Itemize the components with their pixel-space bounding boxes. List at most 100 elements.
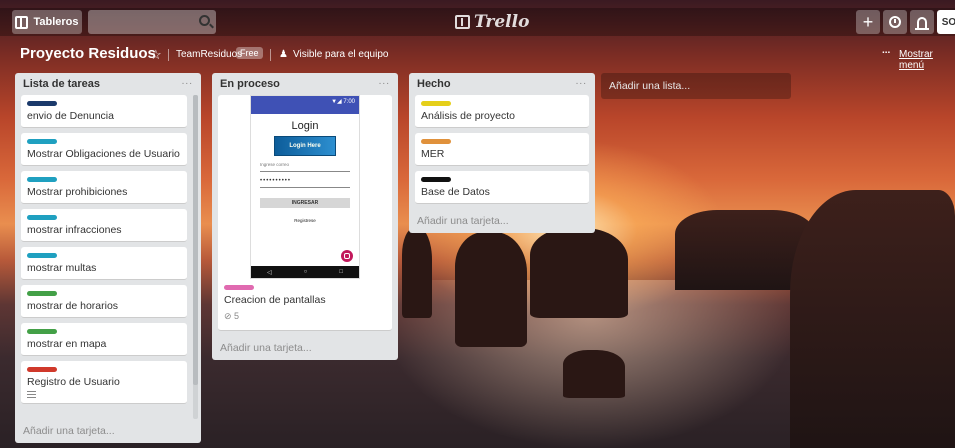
card[interactable]: Mostrar prohibiciones [21, 171, 187, 204]
mock-fab-icon [341, 250, 353, 262]
card-label [27, 291, 57, 296]
card-title: Mostrar Obligaciones de Usuario [27, 148, 180, 160]
card-title: envio de Denuncia [27, 110, 114, 122]
card-label [27, 215, 57, 220]
list-header[interactable]: Hecho ... [409, 73, 595, 95]
card-title: mostrar infracciones [27, 224, 122, 236]
card-title: Registro de Usuario [27, 376, 120, 388]
menu-dots-icon: ... [882, 45, 891, 56]
star-icon[interactable]: ☆ [150, 47, 162, 63]
list-menu-icon[interactable]: ... [182, 76, 193, 87]
card[interactable]: Base de Datos [415, 171, 589, 204]
card-label [421, 139, 451, 144]
card-label [27, 367, 57, 372]
card-label [27, 139, 57, 144]
mock-banner: Login Here [274, 136, 336, 156]
attachment-count: ⊘ 5 [224, 311, 386, 322]
list-title[interactable]: Lista de tareas [23, 78, 100, 90]
search-input[interactable] [88, 10, 216, 34]
add-card-button[interactable]: Añadir una tarjeta... [15, 419, 123, 443]
card-label [27, 101, 57, 106]
mock-nav-bar: ◁ ○ □ [251, 266, 359, 278]
boards-label: Tableros [33, 16, 79, 28]
info-icon [889, 16, 901, 28]
card[interactable]: Mostrar Obligaciones de Usuario [21, 133, 187, 166]
card[interactable]: Registro de Usuario [21, 361, 187, 404]
trello-logo[interactable]: Trello [455, 12, 529, 32]
card-label [27, 253, 57, 258]
divider [168, 49, 169, 61]
card[interactable]: mostrar de horarios [21, 285, 187, 318]
card[interactable]: Análisis de proyecto [415, 95, 589, 128]
avatar[interactable]: SO [937, 10, 955, 34]
card[interactable]: MER [415, 133, 589, 166]
board-title[interactable]: Proyecto Residuos [20, 45, 156, 62]
rock-stack [455, 232, 527, 347]
cliff [790, 190, 955, 448]
list-todo: Lista de tareas ... envio de Denuncia Mo… [15, 73, 201, 443]
search-icon[interactable] [199, 15, 210, 26]
add-list-button[interactable]: Añadir una lista... [601, 73, 791, 99]
rock-stack [563, 350, 625, 398]
mock-login-button: INGRESAR [260, 198, 350, 208]
card-label [27, 177, 57, 182]
card-label [27, 329, 57, 334]
mock-password-field: •••••••••• [260, 178, 350, 188]
mock-register-link: Registrese [294, 218, 316, 223]
list-done: Hecho ... Análisis de proyecto MER Base … [409, 73, 595, 233]
card-cover-image: ▼◢ 7:00 Login Login Here Ingrese correo … [250, 95, 360, 279]
card-title: Base de Datos [421, 186, 490, 198]
visibility-button[interactable]: Visible para el equipo [293, 49, 388, 60]
trello-logo-icon [455, 15, 470, 29]
card[interactable]: mostrar infracciones [21, 209, 187, 242]
card-label [224, 285, 254, 290]
list-title[interactable]: En proceso [220, 78, 280, 90]
card[interactable]: mostrar en mapa [21, 323, 187, 356]
add-card-button[interactable]: Añadir una tarjeta... [212, 336, 398, 360]
list-title[interactable]: Hecho [417, 78, 451, 90]
card-title: Análisis de proyecto [421, 110, 515, 122]
card[interactable]: ▼◢ 7:00 Login Login Here Ingrese correo … [218, 95, 392, 331]
recents-icon: □ [339, 269, 343, 275]
team-badge: Free [236, 47, 263, 59]
divider [270, 49, 271, 61]
board-header: Proyecto Residuos ☆ TeamResiduos Free ♟ … [0, 44, 955, 71]
boards-button[interactable]: Tableros [12, 10, 82, 34]
card-title: Creacion de pantallas [224, 294, 326, 306]
bell-icon [915, 16, 929, 30]
card-title: Mostrar prohibiciones [27, 186, 128, 198]
list-in-progress: En proceso ... ▼◢ 7:00 Login Login Here … [212, 73, 398, 360]
list-menu-icon[interactable]: ... [576, 76, 587, 87]
card[interactable]: envio de Denuncia [21, 95, 187, 128]
description-icon [27, 391, 36, 398]
team-name[interactable]: TeamResiduos [176, 49, 242, 60]
mock-email-field: Ingrese correo [260, 162, 350, 172]
card[interactable]: mostrar multas [21, 247, 187, 280]
card-title: mostrar multas [27, 262, 97, 274]
card-label [421, 101, 451, 106]
back-icon: ◁ [267, 269, 272, 276]
card-container: envio de Denuncia Mostrar Obligaciones d… [15, 95, 193, 404]
info-button[interactable] [883, 10, 907, 34]
home-icon: ○ [303, 269, 308, 275]
card-title: MER [421, 148, 445, 160]
rock-stack [402, 228, 432, 318]
notifications-button[interactable] [910, 10, 934, 34]
attachment-number: 5 [234, 311, 240, 321]
logo-text: Trello [474, 12, 530, 32]
card-title: mostrar de horarios [27, 300, 119, 312]
mock-status-bar: ▼◢ 7:00 [251, 96, 359, 114]
scrollbar-thumb[interactable] [193, 95, 198, 385]
app-header: Tableros Trello + SO [0, 8, 955, 36]
list-scrollbar[interactable] [193, 95, 198, 419]
list-header[interactable]: Lista de tareas ... [15, 73, 201, 95]
mock-title: Login [291, 120, 319, 132]
show-menu-link[interactable]: Mostrar menú [899, 49, 955, 71]
paperclip-icon: ⊘ [224, 311, 235, 321]
team-visibility-icon: ♟ [279, 49, 288, 60]
list-menu-icon[interactable]: ... [379, 76, 390, 87]
list-header[interactable]: En proceso ... [212, 73, 398, 95]
add-card-button[interactable]: Añadir una tarjeta... [409, 209, 595, 233]
add-button[interactable]: + [856, 10, 880, 34]
boards-icon [15, 15, 29, 29]
